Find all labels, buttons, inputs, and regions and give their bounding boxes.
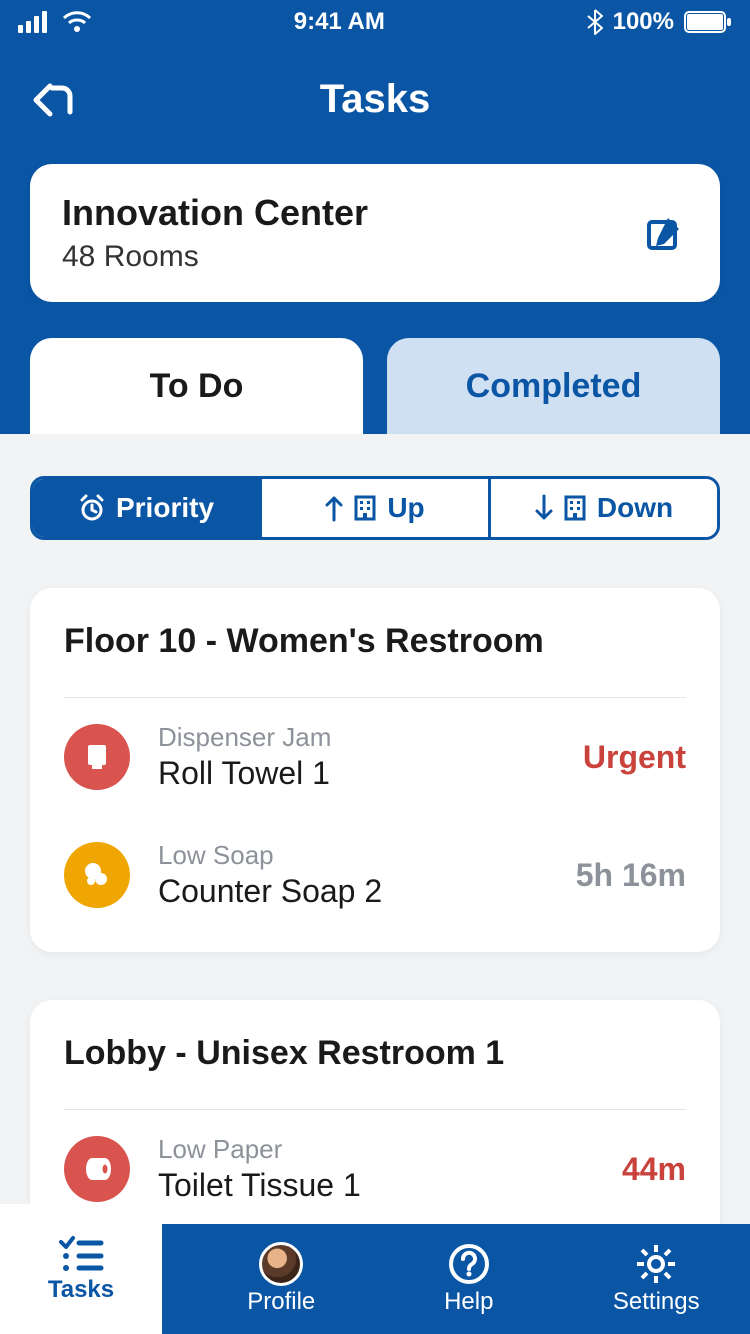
status-time: 9:41 AM [294, 8, 385, 36]
page-title: Tasks [320, 77, 430, 122]
nav-settings-label: Settings [613, 1288, 700, 1316]
location-rooms: 48 Rooms [62, 240, 368, 274]
svg-text:x: x [102, 763, 108, 774]
back-icon [30, 76, 78, 124]
toilet-tissue-icon [64, 1136, 130, 1202]
task-status: 5h 16m [576, 857, 686, 894]
task-group-card: Floor 10 - Women's Restroom x Dispenser … [30, 588, 720, 952]
task-kind: Dispenser Jam [158, 722, 571, 753]
task-row[interactable]: x Dispenser Jam Roll Towel 1 Urgent [64, 698, 686, 816]
nav-profile[interactable]: Profile [188, 1224, 376, 1334]
arrow-down-icon [535, 494, 553, 522]
task-name: Counter Soap 2 [158, 873, 564, 910]
nav-tasks-label: Tasks [48, 1276, 114, 1304]
building-icon [353, 494, 377, 522]
task-group-card: Lobby - Unisex Restroom 1 Low Paper Toil… [30, 1000, 720, 1224]
sort-up-label: Up [387, 492, 424, 524]
arrow-up-icon [325, 494, 343, 522]
sort-up-button[interactable]: Up [262, 479, 491, 537]
location-card: Innovation Center 48 Rooms [30, 164, 720, 302]
task-status: Urgent [583, 739, 686, 776]
tab-completed[interactable]: Completed [387, 338, 720, 434]
sort-down-button[interactable]: Down [491, 479, 717, 537]
bottom-nav: Tasks Profile Help Settings [0, 1224, 750, 1334]
edit-icon [644, 213, 684, 253]
task-name: Toilet Tissue 1 [158, 1167, 610, 1204]
help-icon [447, 1242, 491, 1286]
task-kind: Low Soap [158, 840, 564, 871]
nav-tasks[interactable]: Tasks [0, 1204, 162, 1334]
building-icon [563, 494, 587, 522]
tab-todo[interactable]: To Do [30, 338, 363, 434]
alarm-icon [78, 494, 106, 522]
soap-icon [64, 842, 130, 908]
towel-dispenser-icon: x [64, 724, 130, 790]
signal-icon [18, 11, 52, 33]
sort-segmented-control: Priority Up Down [30, 476, 720, 540]
bluetooth-icon [587, 9, 603, 35]
location-name: Innovation Center [62, 192, 368, 234]
task-status: 44m [622, 1151, 686, 1188]
nav-profile-label: Profile [247, 1288, 315, 1316]
wifi-icon [62, 11, 92, 33]
avatar-icon [259, 1242, 303, 1286]
task-name: Roll Towel 1 [158, 755, 571, 792]
app-header: Tasks Innovation Center 48 Rooms To Do C… [0, 44, 750, 434]
sort-priority-button[interactable]: Priority [33, 479, 262, 537]
status-battery-text: 100% [613, 8, 674, 36]
task-kind: Low Paper [158, 1134, 610, 1165]
task-group-title: Floor 10 - Women's Restroom [64, 622, 686, 661]
nav-help-label: Help [444, 1288, 493, 1316]
tasks-icon [57, 1234, 105, 1274]
nav-help[interactable]: Help [375, 1224, 563, 1334]
task-group-title: Lobby - Unisex Restroom 1 [64, 1034, 686, 1073]
task-body: Priority Up Down Floor 10 - Women's Rest… [0, 434, 750, 1224]
status-bar: 9:41 AM 100% [0, 0, 750, 44]
sort-priority-label: Priority [116, 492, 214, 524]
task-tabs: To Do Completed [0, 302, 750, 434]
back-button[interactable] [30, 76, 78, 124]
sort-down-label: Down [597, 492, 673, 524]
nav-settings[interactable]: Settings [563, 1224, 750, 1334]
gear-icon [634, 1242, 678, 1286]
battery-icon [684, 11, 732, 33]
edit-location-button[interactable] [640, 209, 688, 257]
task-row[interactable]: Low Soap Counter Soap 2 5h 16m [64, 816, 686, 934]
